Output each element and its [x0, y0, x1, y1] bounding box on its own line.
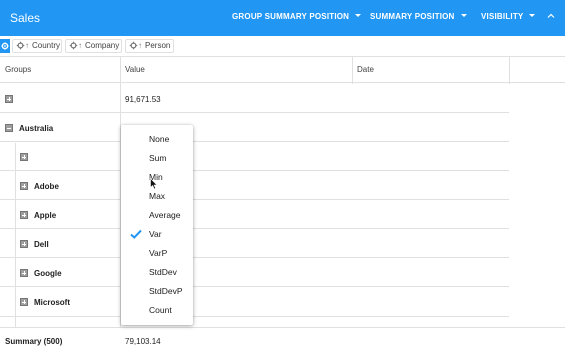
group-label: Apple — [34, 211, 57, 220]
summary-position-button[interactable]: SUMMARY POSITION — [370, 12, 467, 21]
sort-asc-icon[interactable]: ↑ — [138, 41, 142, 50]
chip-label: Company — [85, 41, 120, 50]
chevron-down-icon — [529, 14, 536, 17]
menu-item-none[interactable]: None — [121, 130, 193, 149]
column-header-groups[interactable]: Groups — [0, 57, 120, 83]
group-chip-country[interactable]: ↑ Country — [12, 39, 62, 53]
summary-label: Summary (500) — [5, 337, 63, 346]
group-label: Google — [34, 269, 62, 278]
table-row: Microsoft — [0, 287, 509, 317]
menu-item-var[interactable]: Var — [121, 225, 193, 244]
menu-item-stddevp[interactable]: StdDevP — [121, 282, 193, 301]
menu-item-average[interactable]: Average — [121, 206, 193, 225]
group-chip-person[interactable]: ↑ Person — [125, 39, 174, 53]
expand-icon[interactable] — [20, 298, 28, 306]
group-chip-company[interactable]: ↑ Company — [65, 39, 122, 53]
sort-asc-icon[interactable]: ↑ — [78, 41, 82, 50]
expand-icon[interactable] — [20, 182, 28, 190]
chip-label: Country — [32, 41, 61, 50]
mouse-pointer-icon — [150, 178, 158, 190]
expand-icon[interactable] — [20, 240, 28, 248]
table-row: Australia — [0, 113, 509, 142]
table-row: Dell — [0, 229, 509, 258]
menu-item-varp[interactable]: VarP — [121, 244, 193, 263]
chevron-down-icon — [355, 14, 362, 17]
group-summary-position-button[interactable]: GROUP SUMMARY POSITION — [232, 12, 362, 21]
chevron-down-icon — [460, 14, 467, 17]
column-header-value[interactable]: Value — [120, 57, 352, 83]
table-row: Adobe — [0, 171, 509, 200]
app-toolbar: Sales GROUP SUMMARY POSITION SUMMARY POS… — [0, 0, 565, 36]
menu-item-count[interactable]: Count — [121, 301, 193, 320]
sort-asc-icon[interactable]: ↑ — [25, 41, 29, 50]
gear-icon[interactable] — [129, 41, 138, 50]
summary-position-label: SUMMARY POSITION — [370, 12, 455, 21]
expand-icon[interactable] — [20, 153, 28, 161]
chip-label: Person — [145, 41, 171, 50]
grid-footer: Summary (500) 79,103.14 — [0, 327, 565, 356]
menu-item-stddev[interactable]: StdDev — [121, 263, 193, 282]
expand-icon[interactable] — [5, 95, 13, 103]
table-row — [0, 142, 509, 171]
group-label: Microsoft — [34, 298, 70, 307]
gear-icon[interactable] — [16, 41, 25, 50]
column-divider — [509, 56, 510, 84]
table-row: 91,671.53 — [0, 84, 509, 113]
collapse-icon[interactable] — [5, 124, 13, 132]
menu-item-sum[interactable]: Sum — [121, 149, 193, 168]
gear-icon[interactable] — [69, 41, 78, 50]
app-title: Sales — [10, 11, 41, 25]
table-row: Google — [0, 258, 509, 287]
visibility-button[interactable]: VISIBILITY — [481, 12, 536, 21]
group-label: Dell — [34, 240, 49, 249]
summary-type-menu: None Sum Min Max Average Var VarP StdDev… — [121, 125, 193, 325]
column-header-date[interactable]: Date — [352, 57, 509, 83]
group-label: Adobe — [34, 182, 59, 191]
table-row: Apple — [0, 200, 509, 229]
group-label: Australia — [19, 124, 54, 133]
group-by-panel: ↑ Country ↑ Company ↑ Person — [0, 37, 565, 56]
visibility-label: VISIBILITY — [481, 12, 524, 21]
expand-icon[interactable] — [20, 211, 28, 219]
expand-icon[interactable] — [20, 269, 28, 277]
chevron-up-icon[interactable] — [545, 10, 557, 22]
settings-icon[interactable] — [0, 39, 10, 53]
check-icon — [130, 229, 142, 239]
group-summary-position-label: GROUP SUMMARY POSITION — [232, 12, 350, 21]
menu-item-label: Var — [149, 229, 162, 239]
row-value: 91,671.53 — [125, 95, 161, 104]
grid-header: Groups Value Date — [0, 56, 565, 83]
summary-value: 79,103.14 — [125, 337, 161, 346]
column-divider — [352, 56, 353, 84]
